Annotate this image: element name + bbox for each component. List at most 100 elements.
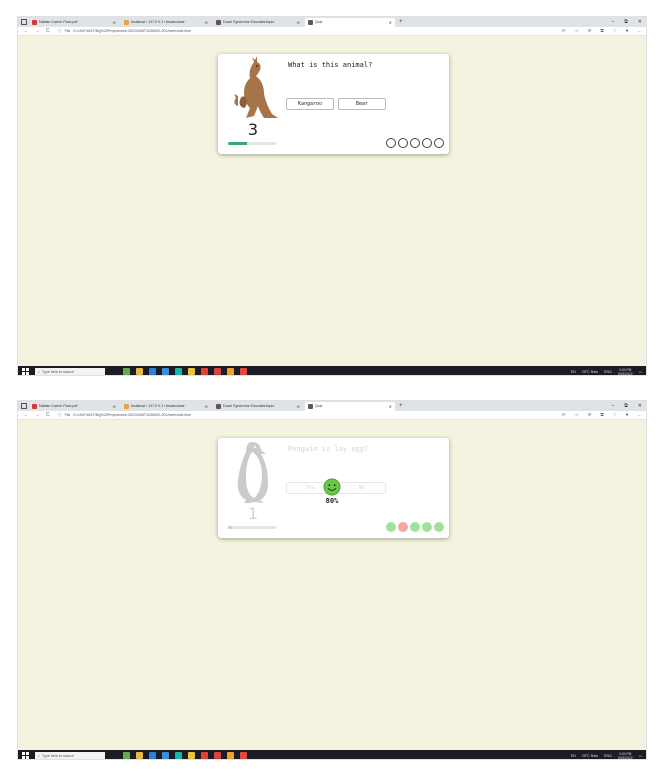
weather-widget[interactable]: 29°C Rain <box>582 754 598 758</box>
tab-quiz[interactable]: Quiz ✕ <box>305 17 395 27</box>
extensions-icon[interactable]: ⟳ <box>588 412 592 418</box>
taskbar-app-icon[interactable] <box>240 752 247 759</box>
language-indicator[interactable]: ENG <box>604 370 612 374</box>
close-window-icon[interactable]: ✕ <box>638 19 642 25</box>
favorites-bar-icon[interactable]: ♡ <box>613 28 617 34</box>
taskbar-app-icon[interactable] <box>149 368 156 375</box>
tab-down-syndrome[interactable]: Down Syndrome Education/quiz ✕ <box>213 402 303 411</box>
favorites-bar-icon[interactable]: ♡ <box>613 412 617 418</box>
tab-career-pack[interactable]: Nabian Career Pack.pdf ✕ <box>29 18 119 27</box>
progress-bar <box>228 526 276 529</box>
tab-localhost[interactable]: localhost / 127.0.0.1 / tesdeca/car ✕ <box>121 18 211 27</box>
taskbar-search[interactable]: ⌕ Type here to search <box>35 367 105 375</box>
taskbar-app-icon[interactable] <box>162 368 169 375</box>
taskbar-app-icon[interactable] <box>136 752 143 759</box>
info-icon[interactable]: ⓘ <box>58 412 62 418</box>
phpmyadmin-icon <box>124 403 129 409</box>
forward-icon[interactable]: → <box>35 28 40 34</box>
answer-button-kangaroo[interactable]: Kangaroo <box>286 98 334 110</box>
close-window-icon[interactable]: ✕ <box>638 403 642 409</box>
tab-label: Quiz <box>315 404 323 408</box>
close-tab-icon[interactable]: ✕ <box>386 404 392 409</box>
language-indicator[interactable]: ENG <box>604 754 612 758</box>
close-tab-icon[interactable]: ✕ <box>110 20 116 25</box>
minimize-icon[interactable]: – <box>611 19 614 25</box>
close-tab-icon[interactable]: ✕ <box>294 404 300 409</box>
maximize-icon[interactable]: ⧉ <box>624 19 628 25</box>
taskbar-app-icon[interactable] <box>214 368 221 375</box>
tab-label: Nabian Career Pack.pdf <box>39 20 78 24</box>
answer-button-bear[interactable]: Bear <box>338 98 386 110</box>
taskbar-app-icon[interactable] <box>123 368 130 375</box>
nav-buttons: ← → C <box>18 28 50 34</box>
kangaroo-image <box>234 56 278 118</box>
refresh-icon[interactable]: C <box>46 412 50 418</box>
profile-icon[interactable]: ● <box>626 28 629 34</box>
taskbar-app-icon[interactable] <box>240 368 247 375</box>
score-dot <box>398 522 408 532</box>
taskbar-app-icon[interactable] <box>188 368 195 375</box>
read-aloud-icon[interactable]: A⁾ <box>562 28 566 34</box>
window-menu-icon[interactable] <box>21 19 27 25</box>
windows-start-icon[interactable] <box>22 368 29 375</box>
notifications-icon[interactable]: ▭ <box>639 754 642 758</box>
minimize-icon[interactable]: – <box>611 403 614 409</box>
taskbar-app-icon[interactable] <box>149 752 156 759</box>
new-tab-button[interactable]: + <box>399 19 403 25</box>
taskbar-app-icon[interactable] <box>175 368 182 375</box>
taskbar-app-icon[interactable] <box>214 752 221 759</box>
refresh-icon[interactable]: C <box>46 28 50 34</box>
url-field[interactable]: ⓘ File D:/UMT/UMT/Big%20Project/web-2022… <box>58 412 191 418</box>
more-icon[interactable]: … <box>638 412 643 418</box>
info-icon[interactable]: ⓘ <box>58 28 62 34</box>
extensions-icon[interactable]: ⟳ <box>588 28 592 34</box>
taskbar-app-icon[interactable] <box>136 368 143 375</box>
tab-quiz[interactable]: Quiz ✕ <box>305 401 395 411</box>
taskbar-app-icon[interactable] <box>123 752 130 759</box>
taskbar-app-icon[interactable] <box>201 368 208 375</box>
collections-icon[interactable]: ⧉ <box>601 412 604 418</box>
close-tab-icon[interactable]: ✕ <box>110 404 116 409</box>
back-icon[interactable]: ← <box>24 28 29 34</box>
read-aloud-icon[interactable]: A⁾ <box>562 412 566 418</box>
profile-icon[interactable]: ● <box>626 412 629 418</box>
taskbar-app-icon[interactable] <box>201 752 208 759</box>
weather-widget[interactable]: 29°C Rain <box>582 370 598 374</box>
back-icon[interactable]: ← <box>24 412 29 418</box>
clock[interactable]: 3:00 PM 5/25/2022 <box>618 752 633 760</box>
keyboard-indicator[interactable]: EN <box>571 370 576 374</box>
keyboard-indicator[interactable]: EN <box>571 754 576 758</box>
taskbar-app-icon[interactable] <box>175 752 182 759</box>
collections-icon[interactable]: ⧉ <box>601 28 604 34</box>
score-dots <box>386 522 444 532</box>
window-menu-icon[interactable] <box>21 403 27 409</box>
taskbar-app-icon[interactable] <box>188 752 195 759</box>
favorite-icon[interactable]: ☆ <box>575 412 579 418</box>
maximize-icon[interactable]: ⧉ <box>624 403 628 409</box>
tab-down-syndrome[interactable]: Down Syndrome Education/quiz ✕ <box>213 18 303 27</box>
close-tab-icon[interactable]: ✕ <box>386 20 392 25</box>
url-text[interactable]: D:/UMT/UMT/Big%20Project/web-20220408T10… <box>73 413 191 417</box>
taskbar-app-icon[interactable] <box>227 368 234 375</box>
close-tab-icon[interactable]: ✕ <box>202 404 208 409</box>
taskbar-search[interactable]: ⌕ Type here to search <box>35 751 105 759</box>
windows-start-icon[interactable] <box>22 752 29 759</box>
new-tab-button[interactable]: + <box>399 403 403 409</box>
url-text[interactable]: D:/UMT/UMT/Big%20Project/web-20220408T10… <box>73 29 191 33</box>
score-dot <box>434 138 444 148</box>
tab-bar: Nabian Career Pack.pdf ✕ localhost / 127… <box>18 17 646 27</box>
notifications-icon[interactable]: ▭ <box>639 370 642 374</box>
search-placeholder: Type here to search <box>42 369 74 374</box>
forward-icon[interactable]: → <box>35 412 40 418</box>
tab-localhost[interactable]: localhost / 127.0.0.1 / tesdeca/car ✕ <box>121 402 211 411</box>
tab-career-pack[interactable]: Nabian Career Pack.pdf ✕ <box>29 402 119 411</box>
more-icon[interactable]: … <box>638 28 643 34</box>
url-field[interactable]: ⓘ File D:/UMT/UMT/Big%20Project/web-2022… <box>58 28 191 34</box>
taskbar-app-icon[interactable] <box>162 752 169 759</box>
close-tab-icon[interactable]: ✕ <box>202 20 208 25</box>
close-tab-icon[interactable]: ✕ <box>294 20 300 25</box>
address-bar: ← → C ⓘ File D:/UMT/UMT/Big%20Project/we… <box>18 411 646 420</box>
clock[interactable]: 3:00 PM 5/25/2022 <box>618 368 633 376</box>
favorite-icon[interactable]: ☆ <box>575 28 579 34</box>
taskbar-app-icon[interactable] <box>227 752 234 759</box>
